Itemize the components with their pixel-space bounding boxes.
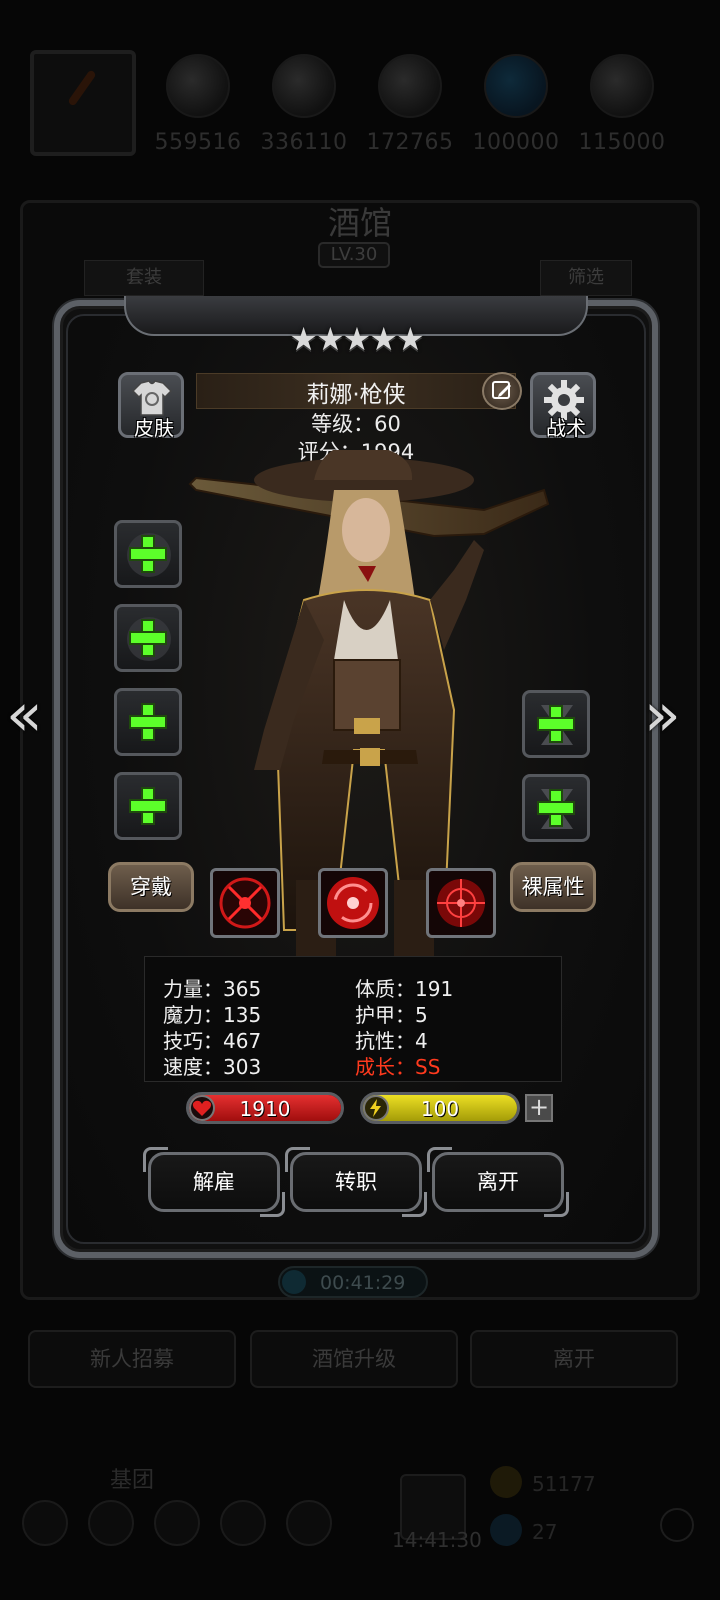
- stat-armor: 护甲：5: [355, 1003, 428, 1027]
- resource-value: 559516: [154, 130, 242, 155]
- add-icon: [131, 537, 165, 571]
- hero-detail-dialog: ★★★★★ 莉娜·枪侠 等级：60 评分：1994 皮肤 战术: [6, 296, 681, 1258]
- equip-slot-weapon[interactable]: [114, 520, 182, 588]
- portrait-slot[interactable]: [30, 50, 136, 156]
- menu-circle-icon[interactable]: [154, 1500, 200, 1546]
- lightning-icon: [363, 1095, 389, 1121]
- tavern-upgrade-button[interactable]: 酒馆升级: [250, 1330, 458, 1388]
- accessory-slot-2[interactable]: [522, 774, 590, 842]
- equip-slot-4[interactable]: [114, 772, 182, 840]
- recruit-button[interactable]: 新人招募: [28, 1330, 236, 1388]
- tactics-button[interactable]: 战术: [530, 372, 596, 440]
- name-plate: 莉娜·枪侠: [196, 373, 516, 409]
- gem-value: 27: [532, 1520, 558, 1544]
- transfer-class-button[interactable]: 转职: [285, 1147, 427, 1217]
- previous-hero-button[interactable]: «: [6, 680, 43, 750]
- crosshair-skill-icon: [219, 877, 271, 929]
- guild-label: 基团: [110, 1468, 155, 1493]
- rename-button[interactable]: [482, 372, 522, 410]
- menu-circle-icon[interactable]: [220, 1500, 266, 1546]
- stat-strength: 力量：365: [163, 977, 262, 1001]
- hp-bar: 1910: [186, 1092, 344, 1124]
- add-icon: [131, 621, 165, 655]
- resource-value: 172765: [366, 130, 454, 155]
- next-hero-button[interactable]: »: [644, 680, 681, 750]
- screen: 559516 336110 172765 100000 115000 酒馆 LV…: [0, 0, 720, 1600]
- coin-icon: [490, 1466, 522, 1498]
- menu-circle-icon[interactable]: [88, 1500, 134, 1546]
- clock-icon: [282, 1270, 306, 1294]
- clock-text: 14:41:30: [392, 1528, 482, 1552]
- menu-circle-icon[interactable]: [22, 1500, 68, 1546]
- tactics-label: 战术: [546, 416, 586, 440]
- equip-button[interactable]: 穿戴: [108, 862, 194, 912]
- resource-crystal: 100000: [470, 54, 562, 155]
- equip-slot-3[interactable]: [114, 688, 182, 756]
- resource-bar: 559516 336110 172765 100000 115000: [0, 20, 720, 156]
- energy-bar: 100: [360, 1092, 520, 1124]
- gem-icon: [490, 1514, 522, 1546]
- dismiss-button[interactable]: 解雇: [143, 1147, 285, 1217]
- tavern-title: 酒馆: [327, 204, 392, 242]
- heart-icon: [189, 1095, 215, 1121]
- leave-button[interactable]: 离开: [427, 1147, 569, 1217]
- stat-skill: 技巧：467: [163, 1029, 262, 1053]
- bolt-shape: [370, 1099, 381, 1117]
- bare-attributes-button[interactable]: 裸属性: [510, 862, 596, 912]
- hero-name: 莉娜·枪侠: [306, 382, 406, 408]
- coin-value: 51177: [532, 1472, 596, 1496]
- resource-value: 100000: [472, 130, 560, 155]
- stat-resistance: 抗性：4: [355, 1029, 428, 1053]
- menu-circle-icon[interactable]: [286, 1500, 332, 1546]
- weapon-icon: [67, 69, 97, 107]
- stat-magic: 魔力：135: [163, 1003, 262, 1027]
- add-energy-button[interactable]: +: [525, 1094, 553, 1122]
- stone-icon: [590, 54, 654, 118]
- stat-constitution: 体质：191: [355, 977, 454, 1001]
- add-icon: [539, 707, 573, 741]
- resource-iron: 172765: [364, 54, 456, 155]
- add-icon: [131, 705, 165, 739]
- skill-slot-1[interactable]: [210, 868, 280, 938]
- resource-wood: 559516: [152, 54, 244, 155]
- resource-stone: 115000: [576, 54, 668, 155]
- add-icon: [131, 789, 165, 823]
- filter-button[interactable]: 筛选: [540, 260, 632, 296]
- skill-slot-2[interactable]: [318, 868, 388, 938]
- target-skill-icon: [437, 879, 485, 927]
- equip-slot-armor[interactable]: [114, 604, 182, 672]
- wood-icon: [166, 54, 230, 118]
- resource-ore: 336110: [258, 54, 350, 155]
- stat-speed: 速度：303: [163, 1055, 262, 1079]
- pencil-icon: [492, 381, 511, 399]
- add-currency-button[interactable]: [660, 1508, 694, 1542]
- resource-value: 336110: [260, 130, 348, 155]
- skin-button[interactable]: 皮肤: [118, 372, 184, 440]
- swirl-skill-icon: [327, 877, 379, 929]
- stat-growth: 成长：SS: [355, 1055, 441, 1079]
- heart-shape: [192, 1100, 212, 1116]
- stats-panel: 力量：365 魔力：135 技巧：467 速度：303 体质：191 护甲：5 …: [144, 956, 562, 1082]
- tavern-leave-button[interactable]: 离开: [470, 1330, 678, 1388]
- add-icon: [539, 791, 573, 825]
- star-rating: ★★★★★: [289, 320, 424, 358]
- resource-value: 115000: [578, 130, 666, 155]
- timer-text: 00:41:29: [320, 1272, 406, 1294]
- tavern-level: LV.30: [318, 242, 390, 268]
- skill-slot-3[interactable]: [426, 868, 496, 938]
- skin-label: 皮肤: [134, 416, 174, 440]
- set-button[interactable]: 套装: [84, 260, 204, 296]
- recruit-timer: 00:41:29: [278, 1266, 428, 1298]
- accessory-slot-1[interactable]: [522, 690, 590, 758]
- ore-icon: [272, 54, 336, 118]
- crystal-icon: [484, 54, 548, 118]
- bottom-bar: 基团 14:41:30 51177 27: [0, 1440, 720, 1600]
- iron-icon: [378, 54, 442, 118]
